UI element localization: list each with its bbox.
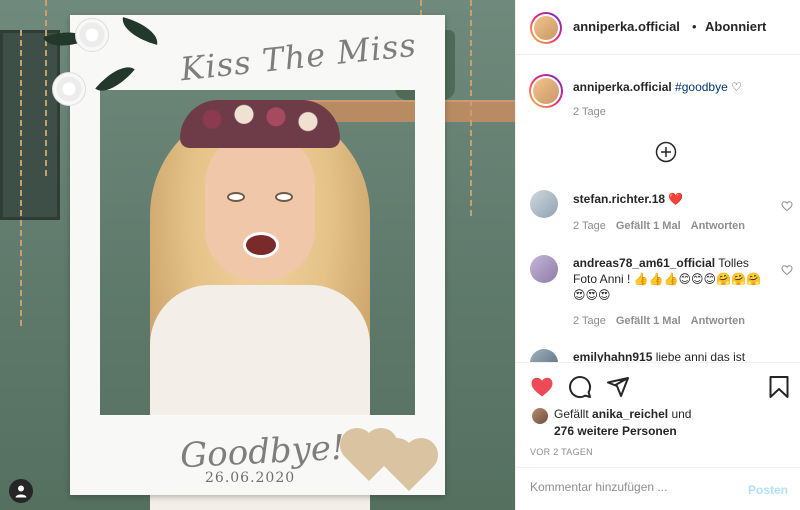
caption-emoji: ♡	[731, 80, 742, 94]
comment-item: stefan.richter.18 ❤️	[573, 191, 773, 207]
rose	[75, 18, 109, 52]
avatar[interactable]	[532, 408, 548, 424]
caption: anniperka.official #goodbye ♡	[573, 80, 742, 94]
likes-prefix: Gefällt	[554, 407, 589, 421]
avatar[interactable]	[530, 190, 558, 218]
comment-like-heart-icon[interactable]	[781, 264, 793, 276]
comment-icon[interactable]	[568, 375, 592, 399]
load-more-comments-button[interactable]	[655, 141, 677, 166]
frame-date: 26.06.2020	[205, 470, 296, 486]
likes-connector: und	[671, 407, 692, 421]
comment-like-heart-icon[interactable]	[781, 200, 793, 212]
follow-status[interactable]: Abonniert	[705, 19, 766, 34]
comment-text: liebe anni das ist	[655, 350, 746, 362]
post-header: anniperka.official • Abonniert	[516, 0, 800, 55]
plus-circle-icon	[655, 141, 677, 163]
post-photo[interactable]: Kiss The Miss Goodbye! 26.06.2020	[0, 0, 515, 510]
wall-picture	[0, 30, 60, 220]
reply-button[interactable]: Antworten	[691, 220, 745, 232]
post-timestamp[interactable]: VOR 2 TAGEN	[530, 447, 593, 457]
avatar[interactable]	[533, 78, 559, 104]
avatar[interactable]	[534, 16, 558, 40]
comment-likes[interactable]: Gefällt 1 Mal	[616, 220, 681, 232]
avatar[interactable]	[530, 255, 558, 283]
comment-item: emilyhahn915 liebe anni das ist	[573, 349, 773, 362]
likes-others[interactable]: 276 weitere Personen	[554, 424, 677, 438]
comment-item: andreas78_am61_official Tolles Foto Anni…	[573, 255, 773, 303]
header-separator: •	[692, 19, 697, 34]
tag-user-icon[interactable]	[9, 479, 33, 503]
photo-booth-frame	[70, 15, 445, 495]
caption-age: 2 Tage	[573, 106, 606, 118]
comment-age: 2 Tage	[573, 315, 606, 327]
post-sidebar: anniperka.official • Abonniert anniperka…	[515, 0, 800, 510]
reply-button[interactable]: Antworten	[691, 315, 745, 327]
comments-list[interactable]: anniperka.official #goodbye ♡ 2 Tage ste…	[516, 56, 800, 362]
comment-text: ❤️	[668, 192, 684, 206]
likes-line: Gefällt anika_reichel und	[554, 407, 691, 421]
caption-hashtag[interactable]: #goodbye	[675, 80, 728, 94]
story-ring[interactable]	[530, 12, 562, 44]
avatar[interactable]	[530, 349, 558, 362]
bookmark-icon[interactable]	[768, 375, 790, 399]
comment-username[interactable]: stefan.richter.18	[573, 192, 665, 206]
share-icon[interactable]	[606, 375, 630, 399]
comment-input[interactable]	[530, 480, 730, 494]
post-actions: Gefällt anika_reichel und 276 weitere Pe…	[516, 362, 800, 467]
likes-user[interactable]: anika_reichel	[592, 407, 668, 421]
comment-likes[interactable]: Gefällt 1 Mal	[616, 315, 681, 327]
header-username[interactable]: anniperka.official	[573, 19, 680, 34]
comment-age: 2 Tage	[573, 220, 606, 232]
caption-username[interactable]: anniperka.official	[573, 80, 672, 94]
post-comment-button[interactable]: Posten	[748, 483, 788, 497]
comment-meta: 2 Tage Gefällt 1 Mal Antworten	[573, 220, 755, 232]
comment-meta: 2 Tage Gefällt 1 Mal Antworten	[573, 315, 755, 327]
comment-username[interactable]: emilyhahn915	[573, 350, 652, 362]
add-comment-bar: Posten	[516, 467, 800, 510]
streamer	[45, 0, 47, 180]
caption-story-ring[interactable]	[529, 74, 563, 108]
streamer	[20, 30, 22, 330]
rose	[52, 72, 86, 106]
comment-username[interactable]: andreas78_am61_official	[573, 256, 715, 270]
streamer	[470, 0, 472, 220]
heart-icon[interactable]	[530, 375, 554, 399]
